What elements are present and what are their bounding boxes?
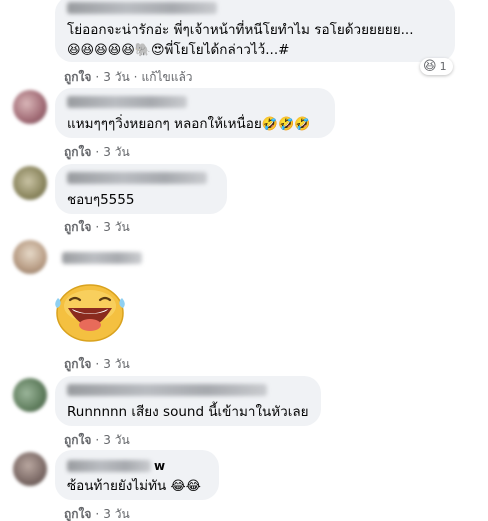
- avatar[interactable]: [13, 240, 47, 274]
- timestamp-link[interactable]: 3 วัน: [103, 145, 129, 159]
- avatar[interactable]: [13, 452, 47, 486]
- laughing-reaction-icon: 😆: [423, 59, 437, 74]
- comment-text: แหมๆๆๆวิ่งหยอกๆ หลอกให้เหนื่อย: [67, 116, 262, 132]
- separator: ·: [95, 70, 100, 84]
- tears-of-joy-emoji-group: 😂😂: [170, 479, 201, 494]
- separator: ·: [95, 357, 100, 371]
- like-button[interactable]: ถูกใจ: [64, 220, 91, 234]
- edited-label[interactable]: แก้ไขแล้ว: [141, 70, 192, 84]
- comment-actions: ถูกใจ · 3 วัน: [64, 355, 130, 374]
- comment-bubble: w ซ้อนท้ายยังไม่ทัน 😂😂: [55, 450, 219, 500]
- comment-text: ซ้อนท้ายยังไม่ทัน: [67, 478, 167, 494]
- comment-text-line2: 😆😆😆😆😆🐘😍พี่โยโยได้กล่าวไว้...#: [67, 40, 443, 61]
- reaction-count-badge[interactable]: 😆 1: [420, 58, 453, 75]
- reaction-count: 1: [439, 60, 447, 73]
- timestamp-link[interactable]: 3 วัน: [103, 357, 129, 371]
- separator: ·: [95, 220, 100, 234]
- comment-actions: ถูกใจ · 3 วัน: [64, 431, 130, 450]
- avatar[interactable]: [13, 166, 47, 200]
- like-button[interactable]: ถูกใจ: [64, 433, 91, 447]
- laughing-sticker: [55, 284, 125, 342]
- comment-bubble: ชอบๆ5555: [55, 164, 227, 214]
- emoji-group: 😆😆😆😆😆🐘😍: [67, 43, 165, 58]
- comment-bubble: Runnnnn เสียง sound นี้เข้ามาในหัวเลย: [55, 376, 321, 426]
- commenter-name-blurred[interactable]: [67, 384, 267, 396]
- separator: ·: [95, 433, 100, 447]
- commenter-name-blurred[interactable]: [67, 172, 207, 184]
- comment-text: Runnnnn เสียง sound นี้เข้ามาในหัวเลย: [67, 404, 309, 420]
- timestamp-link[interactable]: 3 วัน: [103, 433, 129, 447]
- comment-actions: ถูกใจ · 3 วัน: [64, 143, 130, 162]
- like-button[interactable]: ถูกใจ: [64, 357, 91, 371]
- comment-actions: ถูกใจ · 3 วัน · แก้ไขแล้ว: [64, 68, 193, 87]
- separator: ·: [95, 145, 100, 159]
- comment-text-line: แหมๆๆๆวิ่งหยอกๆ หลอกให้เหนื่อย🤣🤣🤣: [67, 114, 323, 135]
- commenter-name-blurred[interactable]: [67, 2, 217, 14]
- rofl-emoji-group: 🤣🤣🤣: [261, 117, 311, 132]
- timestamp-link[interactable]: 3 วัน: [103, 507, 129, 521]
- separator: ·: [95, 507, 100, 521]
- commenter-name-visible-part[interactable]: w: [154, 459, 165, 473]
- timestamp-link[interactable]: 3 วัน: [103, 70, 129, 84]
- separator: ·: [133, 70, 138, 84]
- comment-bubble: แหมๆๆๆวิ่งหยอกๆ หลอกให้เหนื่อย🤣🤣🤣: [55, 88, 335, 138]
- comment-bubble: โย่ออกจะน่ารักอ่ะ พี่ๆเจ้าหน้าที่หนีโยทำ…: [55, 0, 455, 62]
- comment-actions: ถูกใจ · 3 วัน: [64, 505, 130, 521]
- like-button[interactable]: ถูกใจ: [64, 145, 91, 159]
- like-button[interactable]: ถูกใจ: [64, 70, 91, 84]
- comment-text-line: ซ้อนท้ายยังไม่ทัน 😂😂: [67, 476, 207, 497]
- comment-text: โย่ออกจะน่ารักอ่ะ พี่ๆเจ้าหน้าที่หนีโยทำ…: [67, 22, 414, 38]
- timestamp-link[interactable]: 3 วัน: [103, 220, 129, 234]
- like-button[interactable]: ถูกใจ: [64, 507, 91, 521]
- commenter-name-blurred[interactable]: [67, 460, 151, 472]
- comment-actions: ถูกใจ · 3 วัน: [64, 218, 130, 237]
- commenter-name-blurred[interactable]: [67, 96, 187, 108]
- avatar[interactable]: [13, 90, 47, 124]
- commenter-name-blurred[interactable]: [62, 252, 142, 264]
- comment-text-tail: พี่โยโยได้กล่าวไว้...#: [164, 42, 290, 58]
- comment-text: ชอบๆ5555: [67, 192, 135, 208]
- avatar[interactable]: [13, 378, 47, 412]
